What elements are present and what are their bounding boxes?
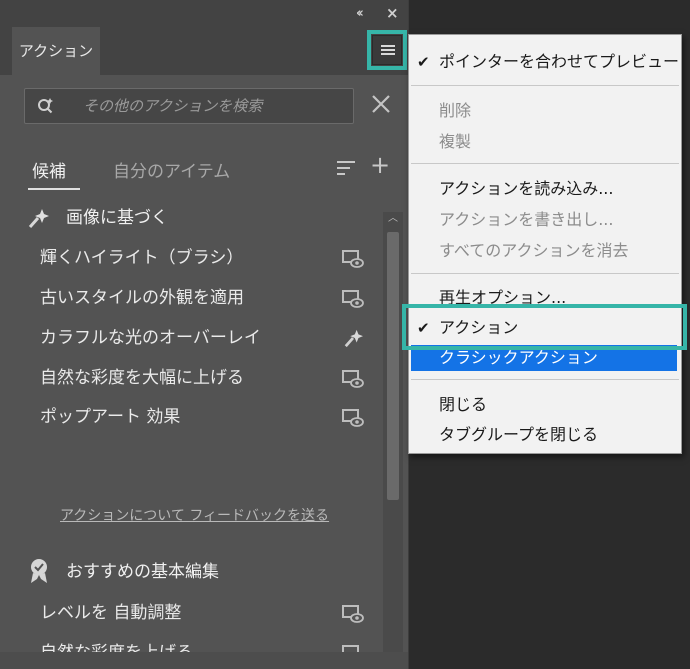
action-item[interactable]: 自然な彩度を大幅に上げる: [40, 363, 244, 393]
menu-separator: [411, 85, 679, 86]
preview-icon[interactable]: [342, 408, 364, 428]
menu-item-close-tab-group[interactable]: タブグループを閉じる: [439, 421, 598, 449]
menu-separator: [411, 163, 679, 164]
sparkle-pin-icon: [28, 209, 49, 228]
scrollbar-thumb[interactable]: [387, 232, 399, 500]
tab-suggestions[interactable]: 候補: [32, 158, 66, 186]
feedback-link[interactable]: アクションについて フィードバックを送る: [60, 505, 329, 527]
panel-bottom-edge: [0, 652, 408, 669]
action-item[interactable]: ポップアート 効果: [40, 402, 180, 432]
action-item[interactable]: カラフルな光のオーバーレイ: [40, 323, 261, 353]
preview-icon[interactable]: [342, 369, 364, 389]
menu-item-load-actions[interactable]: アクションを読み込み...: [439, 175, 613, 203]
sparkle-pin-icon[interactable]: [342, 328, 364, 348]
checkmark-icon: ✔: [417, 53, 430, 71]
panel-flyout-menu: ✔ ポインターを合わせてプレビュー 削除 複製 アクションを読み込み... アク…: [408, 34, 682, 454]
menu-separator: [411, 273, 679, 274]
add-icon[interactable]: +: [370, 153, 390, 177]
menu-item-delete[interactable]: 削除: [439, 97, 471, 125]
group-title-image-based: 画像に基づく: [66, 208, 168, 228]
scroll-up-arrow-icon[interactable]: ︿: [388, 214, 398, 224]
sort-icon[interactable]: [337, 160, 357, 176]
preview-icon[interactable]: [342, 604, 364, 624]
active-tab-underline: [28, 188, 80, 190]
menu-item-close[interactable]: 閉じる: [439, 391, 487, 419]
action-item[interactable]: レベルを 自動調整: [40, 598, 181, 628]
menu-item-hover-preview[interactable]: ポインターを合わせてプレビュー: [439, 48, 679, 76]
clear-search-icon[interactable]: [370, 93, 392, 115]
tab-actions[interactable]: アクション: [12, 27, 100, 75]
close-icon[interactable]: ×: [386, 5, 402, 21]
menu-item-clear-all-actions[interactable]: すべてのアクションを消去: [439, 237, 628, 265]
tab-my-items[interactable]: 自分のアイテム: [113, 158, 230, 186]
preview-icon[interactable]: [342, 249, 364, 269]
menu-item-export-actions[interactable]: アクションを書き出し...: [439, 206, 613, 234]
search-sparkle-icon: [38, 98, 53, 114]
group-title-recommended-basic-edits: おすすめの基本編集: [66, 562, 219, 582]
menu-separator: [411, 379, 679, 380]
action-item[interactable]: 古いスタイルの外観を適用: [40, 283, 244, 313]
search-input[interactable]: その他のアクションを検索: [83, 89, 262, 123]
action-item[interactable]: 輝くハイライト（ブラシ）: [40, 243, 243, 273]
menu-item-duplicate[interactable]: 複製: [439, 128, 471, 156]
award-ribbon-icon: [31, 559, 47, 583]
double-chevron-left-icon[interactable]: ‹‹: [356, 6, 374, 22]
hamburger-menu-icon[interactable]: [372, 35, 402, 65]
search-box[interactable]: その他のアクションを検索: [24, 88, 354, 124]
menu-item-callout-frame: [402, 304, 687, 350]
preview-icon[interactable]: [342, 289, 364, 309]
panel-title-bar: [0, 0, 408, 27]
